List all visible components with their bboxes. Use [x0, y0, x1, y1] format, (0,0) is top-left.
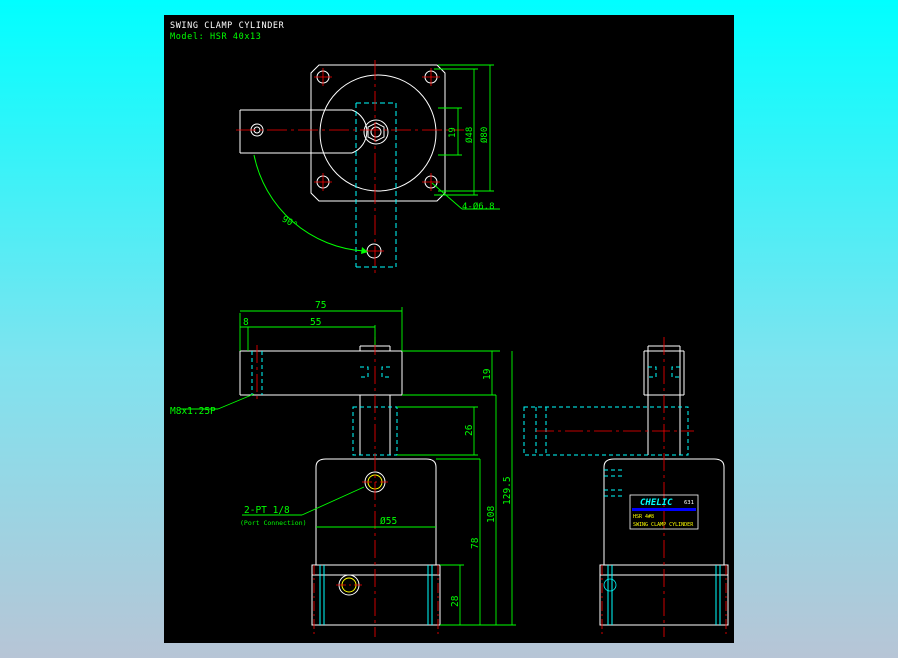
dim-26: 26 — [464, 424, 475, 436]
nameplate-model: HSR 4#8 — [633, 514, 654, 520]
dim-55: 55 — [310, 317, 321, 328]
drawing-title: SWING CLAMP CYLINDER — [170, 21, 285, 31]
ports — [338, 471, 386, 596]
dim-diameter-48: Ø48 — [464, 127, 475, 143]
swung-arm-hidden — [355, 102, 397, 268]
dim-108: 108 — [486, 506, 497, 523]
body-circle — [319, 74, 437, 192]
thread-callout: M8x1.25P — [170, 406, 216, 417]
dim-28: 28 — [450, 595, 461, 607]
swing-angle-arc — [253, 154, 365, 252]
nameplate-product: SWING CLAMP CYLINDER — [633, 522, 694, 528]
cylinder-body — [311, 458, 441, 626]
model-label: Model: HSR 40x13 — [170, 32, 261, 42]
dim-78: 78 — [470, 537, 481, 549]
dim-diameter-80: Ø80 — [479, 127, 490, 143]
clamp-arm-front — [239, 345, 403, 407]
dim-diameter-55: Ø55 — [380, 516, 397, 527]
dim-8: 8 — [243, 317, 249, 328]
dim-129-5: 129.5 — [502, 476, 513, 505]
dim-holes-4x6-8: 4-Ø6.8 — [462, 201, 495, 212]
top-view: 90° 19 Ø48 Ø80 4-Ø6.8 — [236, 60, 500, 273]
dim-75: 75 — [315, 300, 326, 311]
dim-19-front: 19 — [482, 368, 493, 380]
dim-19-top: 19 — [448, 127, 458, 138]
front-view: 75 8 55 19 26 129.5 108 78 28 Ø55 M8x1.2… — [170, 300, 516, 637]
clamp-arm-top — [239, 109, 389, 154]
engineering-drawing: SWING CLAMP CYLINDER Model: HSR 40x13 90… — [170, 21, 729, 637]
nameplate-code: 631 — [684, 500, 694, 506]
angle-dim-90: 90° — [280, 215, 299, 232]
port-callout-sub: (Port Connection) — [240, 519, 307, 527]
nameplate-brand: CHELIC — [640, 498, 673, 508]
port-callout: 2-PT 1/8 — [244, 505, 290, 516]
drawing-canvas: SWING CLAMP CYLINDER Model: HSR 40x13 90… — [164, 15, 734, 643]
side-view — [523, 337, 729, 637]
